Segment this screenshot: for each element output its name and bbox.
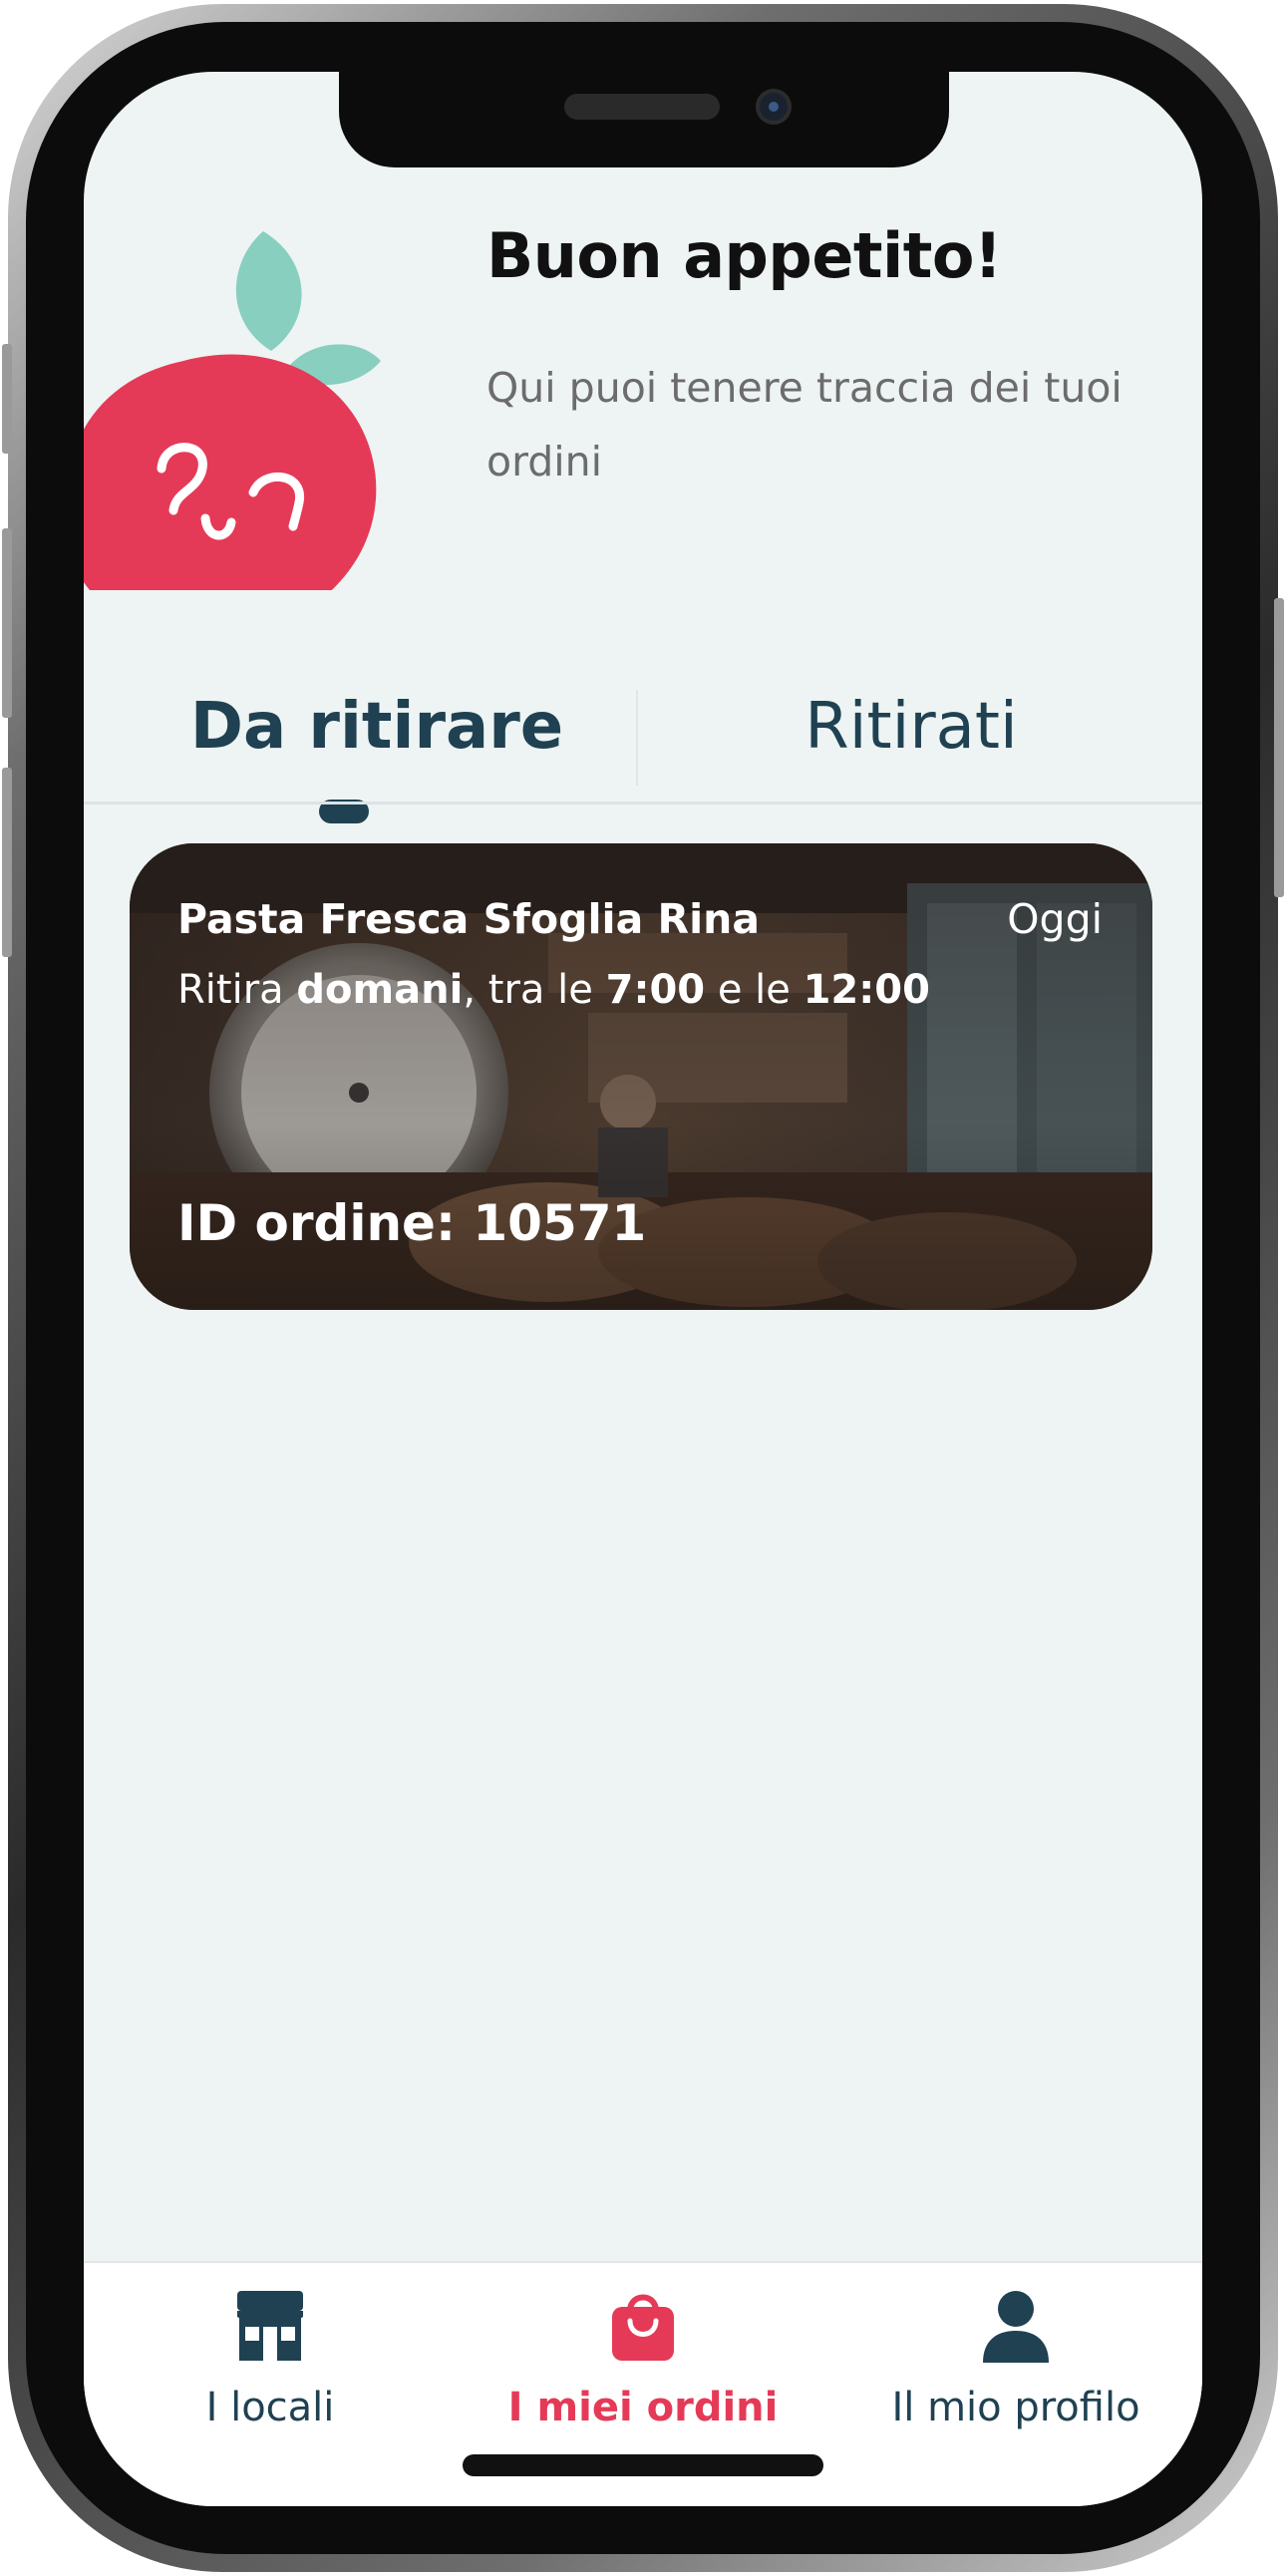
page-title: Buon appetito!: [486, 219, 1002, 292]
order-pickup-window: Ritira domani, tra le 7:00 e le 12:00: [177, 967, 930, 1013]
user-icon: [983, 2291, 1049, 2363]
tab-ritirati[interactable]: Ritirati: [702, 690, 1121, 764]
tabs-divider-line: [84, 802, 1202, 805]
pickup-day: domani: [296, 967, 464, 1013]
app-screen: Buon appetito! Qui puoi tenere traccia d…: [84, 72, 1202, 2506]
nav-item-locali[interactable]: I locali: [84, 2263, 457, 2462]
order-card[interactable]: Pasta Fresca Sfoglia Rina Oggi Ritira do…: [130, 843, 1152, 1310]
side-button-right: [1274, 598, 1284, 897]
order-date: Oggi: [1007, 895, 1103, 943]
side-button-left-bottom: [2, 768, 12, 957]
pickup-prefix: Ritira: [177, 967, 284, 1013]
tab-divider: [636, 690, 638, 786]
tomato-mascot-icon: [84, 231, 381, 590]
home-indicator[interactable]: [463, 2454, 823, 2476]
nav-label-profilo: Il mio profilo: [891, 2385, 1140, 2430]
speaker-grille: [564, 94, 720, 120]
side-button-left-top: [2, 344, 12, 454]
store-icon: [237, 2291, 303, 2361]
pickup-between: , tra le: [463, 967, 593, 1013]
order-tabs: Da ritirare Ritirati: [84, 630, 1202, 823]
side-button-left-mid: [2, 528, 12, 718]
nav-label-miei-ordini: I miei ordini: [507, 2385, 779, 2430]
notch: [339, 72, 949, 167]
order-shop-name: Pasta Fresca Sfoglia Rina: [177, 895, 761, 943]
shopping-bag-icon: [612, 2294, 674, 2361]
nav-label-locali: I locali: [205, 2385, 335, 2430]
camera-icon: [756, 89, 792, 125]
page-subtitle: Qui puoi tenere traccia dei tuoi ordini: [486, 364, 1123, 485]
pickup-start-time: 7:00: [605, 967, 706, 1013]
tab-da-ritirare[interactable]: Da ritirare: [167, 690, 586, 764]
nav-item-profilo[interactable]: Il mio profilo: [829, 2263, 1202, 2462]
order-id: ID ordine: 10571: [177, 1194, 647, 1252]
pickup-and: e le: [717, 967, 791, 1013]
pickup-end-time: 12:00: [803, 967, 930, 1013]
nav-item-miei-ordini[interactable]: I miei ordini: [457, 2263, 829, 2462]
